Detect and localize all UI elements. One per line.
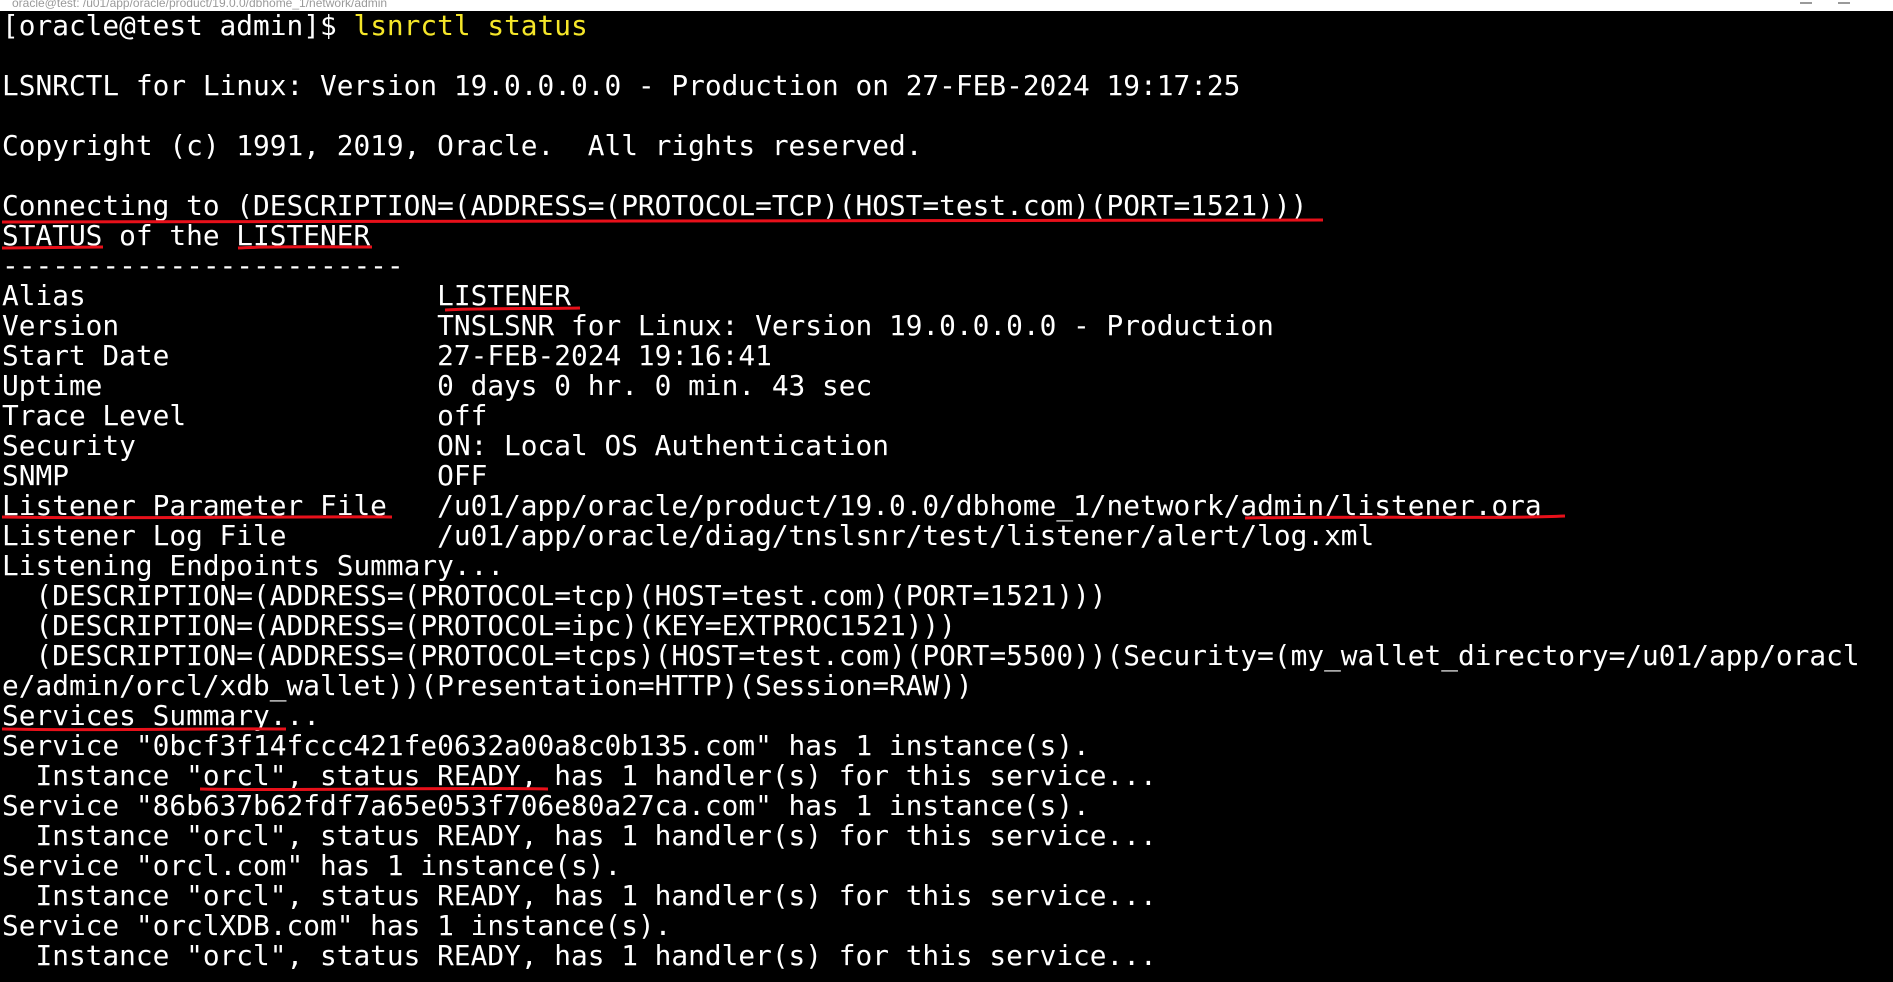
command-line: [oracle@test admin]$ lsnrctl status <box>0 11 1893 41</box>
output-lines: LSNRCTL for Linux: Version 19.0.0.0.0 - … <box>0 41 1893 971</box>
command-text: lsnrctl status <box>353 11 588 42</box>
terminal-line: STATUS of the LISTENER <box>2 219 371 252</box>
terminal-line: Trace Level off <box>2 399 488 432</box>
terminal-line: LSNRCTL for Linux: Version 19.0.0.0.0 - … <box>2 69 1241 102</box>
terminal-output[interactable]: [oracle@test admin]$ lsnrctl status LSNR… <box>0 11 1893 982</box>
window-titlebar: oracle@test: /u01/app/oracle/product/19.… <box>0 0 1893 11</box>
terminal-line: e/admin/orcl/xdb_wallet))(Presentation=H… <box>2 669 973 702</box>
terminal-line: Alias LISTENER <box>2 279 571 312</box>
shell-prompt: [oracle@test admin]$ <box>2 11 354 42</box>
terminal-line: Listening Endpoints Summary... <box>2 549 505 582</box>
maximize-icon[interactable] <box>1838 2 1850 4</box>
terminal-line: Instance "orcl", status READY, has 1 han… <box>2 939 1157 972</box>
terminal-line: Listener Parameter File /u01/app/oracle/… <box>2 489 1542 522</box>
minimize-icon[interactable] <box>1800 2 1812 4</box>
terminal-line: (DESCRIPTION=(ADDRESS=(PROTOCOL=ipc)(KEY… <box>2 609 956 642</box>
terminal-line: Connecting to (DESCRIPTION=(ADDRESS=(PRO… <box>2 189 1308 222</box>
terminal-line: Instance "orcl", status READY, has 1 han… <box>2 759 1157 792</box>
terminal-line: ------------------------ <box>2 249 404 282</box>
terminal-line: Start Date 27-FEB-2024 19:16:41 <box>2 339 772 372</box>
terminal-line: Instance "orcl", status READY, has 1 han… <box>2 879 1157 912</box>
terminal-line: Service "86b637b62fdf7a65e053f706e80a27c… <box>2 789 1090 822</box>
terminal-line: Service "orcl.com" has 1 instance(s). <box>2 849 622 882</box>
terminal-line: Services Summary... <box>2 699 320 732</box>
terminal-line: Listener Log File /u01/app/oracle/diag/t… <box>2 519 1375 552</box>
window-title: oracle@test: /u01/app/oracle/product/19.… <box>12 0 388 10</box>
terminal-line: Version TNSLSNR for Linux: Version 19.0.… <box>2 309 1274 342</box>
terminal-line: Copyright (c) 1991, 2019, Oracle. All ri… <box>2 129 923 162</box>
terminal-line: SNMP OFF <box>2 459 488 492</box>
terminal-line: Service "orclXDB.com" has 1 instance(s). <box>2 909 672 942</box>
terminal-line: Instance "orcl", status READY, has 1 han… <box>2 819 1157 852</box>
terminal-line: Uptime 0 days 0 hr. 0 min. 43 sec <box>2 369 873 402</box>
terminal-line: Security ON: Local OS Authentication <box>2 429 889 462</box>
terminal-line: (DESCRIPTION=(ADDRESS=(PROTOCOL=tcp)(HOS… <box>2 579 1107 612</box>
terminal-line: (DESCRIPTION=(ADDRESS=(PROTOCOL=tcps)(HO… <box>2 639 1860 672</box>
terminal-line: Service "0bcf3f14fccc421fe0632a00a8c0b13… <box>2 729 1090 762</box>
